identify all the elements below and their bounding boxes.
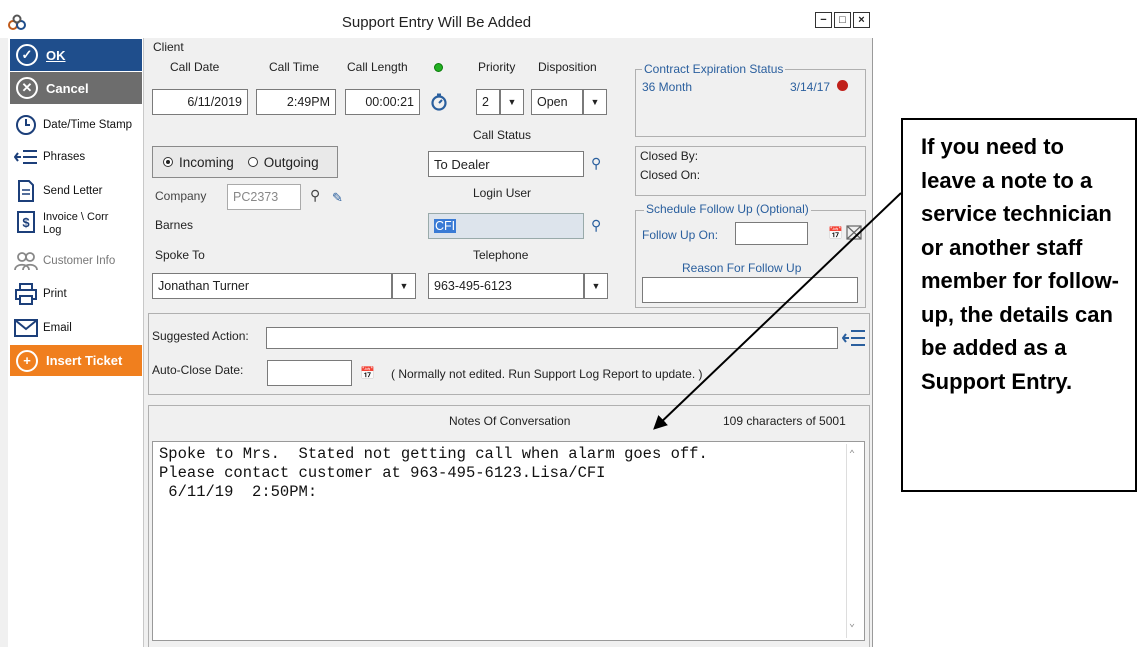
callout-arrow: [653, 192, 902, 430]
